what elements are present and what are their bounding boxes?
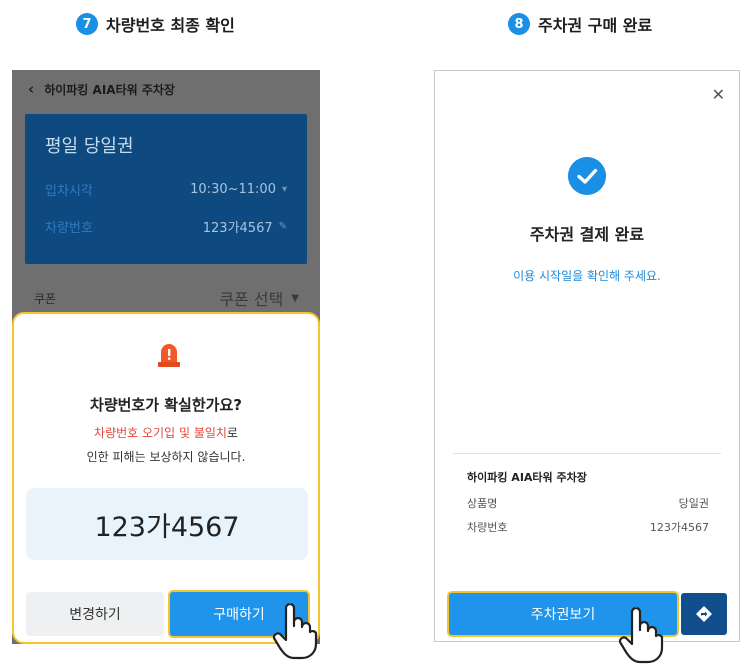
car-number-text: 123가4567 (202, 221, 273, 236)
parking-lot-title: 하이파킹 AIA타워 주차장 (44, 82, 175, 97)
step-7-heading: 7 차량번호 최종 확인 (76, 12, 235, 36)
siren-alert-icon (158, 344, 180, 367)
plate-confirm-modal: 차량번호가 확실한가요? 차량번호 오기입 및 불일치로 인한 피해는 보상하지… (12, 312, 320, 644)
car-number-value: 123가4567 ✎ (203, 217, 287, 236)
car-number-row: 차량번호 123가4567 (467, 519, 709, 535)
car-number-label: 차량번호 (467, 521, 508, 534)
chevron-down-icon: ▾ (281, 184, 287, 195)
tap-hand-icon (618, 604, 664, 664)
car-number-value: 123가4567 (649, 521, 709, 534)
pencil-icon: ✎ (278, 221, 287, 232)
parking-lot-name: 하이파킹 AIA타워 주차장 (467, 471, 587, 484)
change-button[interactable]: 변경하기 (26, 592, 164, 636)
step-number-badge: 7 (76, 13, 98, 35)
navigation-diamond-icon (696, 606, 712, 622)
entry-time-value: 10:30~11:00 ▾ (190, 182, 287, 197)
entry-time-label: 입차시각 (45, 184, 93, 199)
modal-question: 차량번호가 확실한가요? (90, 396, 242, 414)
divider (453, 453, 721, 454)
coupon-label: 쿠폰 (34, 291, 57, 306)
plate-number-display: 123가4567 (26, 488, 308, 560)
screen-header: ‹ 하이파킹 AIA타워 주차장 (12, 70, 320, 108)
step-title: 주차권 구매 완료 (538, 16, 653, 35)
close-icon[interactable]: ✕ (712, 85, 725, 104)
modal-warning-line1: 차량번호 오기입 및 불일치로 (14, 424, 318, 441)
coupon-select-text: 쿠폰 선택 (219, 290, 284, 309)
product-label: 상품명 (467, 497, 498, 510)
step-number-badge: 8 (508, 13, 530, 35)
entry-time-row[interactable]: 입차시각 10:30~11:00 ▾ (45, 180, 287, 199)
ticket-card: 평일 당일권 입차시각 10:30~11:00 ▾ 차량번호 123가4567 … (25, 114, 307, 264)
product-row: 상품명 당일권 (467, 495, 709, 511)
caret-down-icon: ▼ (291, 292, 299, 304)
complete-subtitle: 이용 시작일을 확인해 주세요. (513, 269, 661, 283)
entry-time-text: 10:30~11:00 (190, 182, 276, 197)
step-title: 차량번호 최종 확인 (106, 16, 235, 35)
step-8-heading: 8 주차권 구매 완료 (508, 12, 652, 36)
warning-suffix: 로 (226, 426, 238, 440)
purchase-complete-screen: ✕ 주차권 결제 완료 이용 시작일을 확인해 주세요. 하이파킹 AIA타워 … (434, 70, 740, 642)
car-number-row[interactable]: 차량번호 123가4567 ✎ (45, 217, 287, 236)
chevron-left-icon[interactable]: ‹ (28, 80, 34, 98)
navigation-button[interactable] (681, 593, 727, 635)
product-value: 당일권 (678, 497, 709, 510)
coupon-row[interactable]: 쿠폰 쿠폰 선택 ▼ (34, 286, 299, 310)
warning-highlight: 차량번호 오기입 및 불일치 (94, 426, 227, 440)
check-circle-icon (568, 157, 606, 195)
tap-hand-icon (272, 600, 318, 660)
car-number-label: 차량번호 (45, 221, 93, 236)
coupon-select[interactable]: 쿠폰 선택 ▼ (219, 286, 299, 310)
ticket-name: 평일 당일권 (45, 136, 134, 157)
modal-warning-line2: 인한 피해는 보상하지 않습니다. (86, 450, 246, 464)
complete-title: 주차권 결제 완료 (529, 225, 645, 244)
